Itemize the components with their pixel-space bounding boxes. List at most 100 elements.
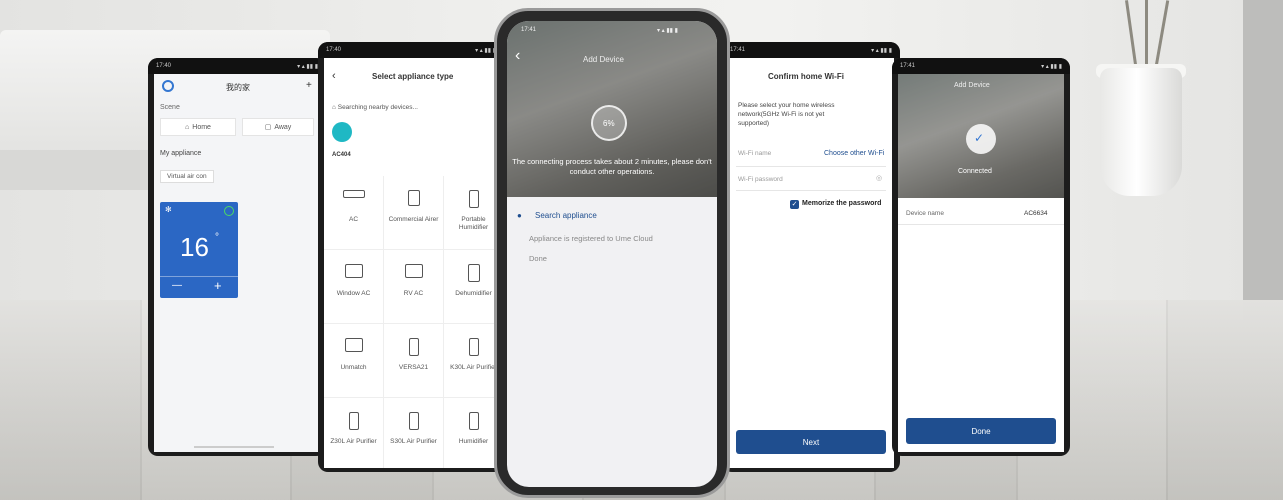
- home-title: 我的家: [226, 83, 250, 92]
- snowflake-icon: ✻: [165, 205, 172, 214]
- increase-temp-button[interactable]: +: [214, 278, 222, 293]
- connecting-notice: The connecting process takes about 2 min…: [512, 157, 712, 177]
- home-indicator: [194, 446, 274, 448]
- scene-label: Scene: [160, 104, 180, 111]
- scene-away-label: Away: [274, 123, 292, 131]
- status-bar: 17:41 ▾ ▴ ▮▮ ▮: [892, 58, 1070, 74]
- back-arrow-icon[interactable]: ‹: [515, 47, 520, 65]
- step-search-appliance: Search appliance: [535, 211, 597, 220]
- phone-confirm-wifi: 17:41 ▾ ▴ ▮▮ ▮ Confirm home Wi-Fi Please …: [722, 42, 900, 472]
- found-device-name: AC404: [332, 152, 351, 158]
- appliance-label: Humidifier: [458, 438, 489, 445]
- memorize-label: Memorize the password: [802, 200, 882, 207]
- appliance-cell[interactable]: Z30L Air Purifier: [324, 398, 384, 468]
- choose-other-wifi-link[interactable]: Choose other Wi-Fi: [824, 150, 884, 157]
- power-icon[interactable]: [224, 206, 234, 216]
- progress-text: 6%: [603, 119, 615, 128]
- step-active-icon: ●: [517, 211, 522, 220]
- status-icons: ▾ ▴ ▮▮ ▮: [657, 28, 678, 34]
- plant-pot: [1100, 68, 1182, 196]
- add-icon[interactable]: +: [306, 80, 312, 91]
- plant-stem: [1145, 0, 1148, 72]
- appliance-cell[interactable]: AC: [324, 176, 384, 250]
- appliance-label: Window AC: [336, 290, 371, 297]
- decrease-temp-button[interactable]: —: [172, 280, 182, 291]
- appliance-label: Dehumidifier: [455, 290, 492, 297]
- temperature-unit: °: [215, 232, 219, 243]
- checkmark-icon: ✓: [974, 131, 985, 145]
- appliance-label: S30L Air Purifier: [390, 438, 437, 445]
- appliance-label: Commercial Airer: [388, 216, 439, 223]
- connected-screen: Add Device ✓ Connected Device name AC663…: [898, 74, 1064, 452]
- divider: [736, 166, 886, 167]
- purifier-icon: [348, 412, 359, 430]
- appliance-cell[interactable]: Window AC: [324, 250, 384, 324]
- wifi-description: Please select your home wireless network…: [738, 102, 835, 127]
- purifier-icon: [468, 338, 479, 356]
- memorize-checkbox[interactable]: ✓: [790, 200, 799, 209]
- phone-select-appliance: 17:40 ▾ ▴ ▮▮ ▮ ‹ Select appliance type ⌂ …: [318, 42, 504, 472]
- ac-tile[interactable]: ✻ 16 ° — +: [160, 202, 238, 298]
- portable-icon: [468, 190, 479, 208]
- appliance-cell[interactable]: S30L Air Purifier: [384, 398, 444, 468]
- unmatch-icon: [344, 338, 363, 352]
- wifi-password-field[interactable]: Wi-Fi password: [738, 176, 783, 183]
- step-done: Done: [529, 254, 547, 263]
- scene-away-button[interactable]: ▢ Away: [242, 118, 314, 136]
- dehumidifier-icon: [467, 264, 480, 282]
- confirm-wifi-screen: Confirm home Wi-Fi Please select your ho…: [728, 58, 894, 468]
- status-bar: 17:40 ▾ ▴ ▮▮ ▮: [148, 58, 326, 74]
- eye-icon[interactable]: ◎: [876, 174, 882, 182]
- appliance-cell[interactable]: RV AC: [384, 250, 444, 324]
- confirm-wifi-title: Confirm home Wi-Fi: [768, 72, 844, 81]
- appliance-cell[interactable]: K30L Air Purifier: [444, 324, 498, 398]
- appliance-cell[interactable]: Humidifier: [444, 398, 498, 468]
- device-name-value[interactable]: AC6634: [1024, 210, 1048, 217]
- phone-home: 17:40 ▾ ▴ ▮▮ ▮ 我的家 + Scene ⌂ Home ▢ Away My…: [148, 58, 326, 456]
- home-icon: ⌂: [185, 123, 190, 131]
- tile-divider: [160, 276, 238, 277]
- appliance-cell[interactable]: VERSA21: [384, 324, 444, 398]
- commercial-icon: [407, 190, 420, 206]
- versa-icon: [408, 338, 419, 356]
- temperature-value: 16: [180, 232, 209, 262]
- searching-text: Searching nearby devices...: [337, 104, 418, 111]
- next-button[interactable]: Next: [736, 430, 886, 454]
- appliance-cell[interactable]: Commercial Airer: [384, 176, 444, 250]
- back-arrow-icon[interactable]: ‹: [332, 70, 336, 82]
- scene-home-label: Home: [192, 123, 211, 131]
- status-bar: 17:40 ▾ ▴ ▮▮ ▮: [318, 42, 504, 58]
- status-time: 17:41: [521, 27, 537, 33]
- status-bar: 17:41 ▾ ▴ ▮▮ ▮: [722, 42, 900, 58]
- search-status: ⌂ Searching nearby devices...: [332, 104, 418, 111]
- scene-home-button[interactable]: ⌂ Home: [160, 118, 236, 136]
- my-appliance-label: My appliance: [160, 150, 202, 157]
- appliance-cell[interactable]: Dehumidifier: [444, 250, 498, 324]
- divider: [736, 190, 886, 191]
- found-device-icon[interactable]: [332, 122, 352, 142]
- done-button[interactable]: Done: [906, 418, 1056, 444]
- connected-status: Connected: [958, 168, 992, 175]
- select-appliance-screen: ‹ Select appliance type ⌂ Searching near…: [324, 58, 498, 468]
- avatar-icon[interactable]: [162, 80, 174, 92]
- appliance-label: Z30L Air Purifier: [330, 438, 377, 445]
- humidifier-icon: [468, 412, 479, 430]
- appliance-label: VERSA21: [398, 364, 429, 371]
- select-appliance-title: Select appliance type: [372, 72, 454, 81]
- appliance-cell[interactable]: Unmatch: [324, 324, 384, 398]
- add-device-title: Add Device: [583, 55, 624, 64]
- phone-connected: 17:41 ▾ ▴ ▮▮ ▮ Add Device ✓ Connected Dev…: [892, 58, 1070, 456]
- connected-title: Add Device: [954, 82, 990, 89]
- away-icon: ▢: [264, 124, 272, 131]
- appliance-label: AC: [348, 216, 359, 223]
- appliance-label: K30L Air Purifier: [450, 364, 497, 371]
- rv-ac-icon: [404, 264, 423, 278]
- appliance-label: Unmatch: [340, 364, 367, 371]
- phone-add-device: 17:41 ▾ ▴ ▮▮ ▮ ‹ Add Device 6% The conne…: [494, 8, 730, 498]
- device-name-label: Device name: [906, 210, 944, 217]
- add-device-screen: 17:41 ▾ ▴ ▮▮ ▮ ‹ Add Device 6% The conne…: [507, 21, 717, 487]
- window-ac-icon: [344, 264, 363, 278]
- device-tab[interactable]: Virtual air con: [160, 170, 214, 183]
- appliance-cell[interactable]: Portable Humidifier: [444, 176, 498, 250]
- ac-icon: [342, 190, 365, 198]
